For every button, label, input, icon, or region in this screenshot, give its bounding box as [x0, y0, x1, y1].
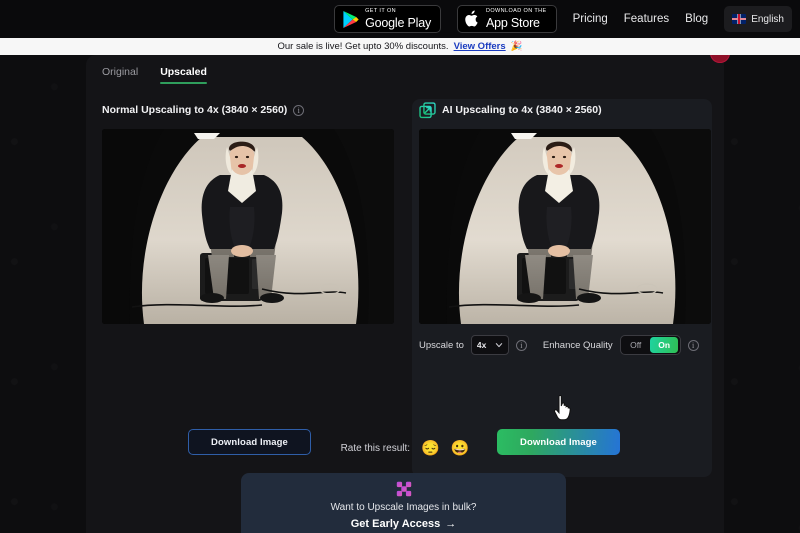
app-store-small-text: Download on the [486, 8, 547, 14]
rate-sad-emoji-button[interactable]: 😔 [421, 441, 440, 456]
sale-banner-text: Our sale is live! Get upto 30% discounts… [277, 41, 449, 52]
quality-on-option[interactable]: On [650, 337, 679, 353]
google-play-small-text: GET IT ON [365, 8, 396, 14]
google-play-icon [343, 10, 359, 28]
info-icon[interactable]: i [515, 339, 527, 351]
view-offers-link[interactable]: View Offers [454, 41, 506, 52]
info-icon[interactable]: i [687, 339, 699, 351]
normal-panel-header: Normal Upscaling to 4x (3840 × 2560) i [102, 99, 402, 121]
chevron-down-icon [495, 343, 503, 348]
photo-ai [419, 129, 711, 324]
ai-panel-header: AI Upscaling to 4x (3840 × 2560) [412, 99, 712, 121]
upscale-to-label: Upscale to [419, 339, 464, 351]
party-popper-icon: 🎉 [510, 41, 523, 52]
language-label: English [751, 13, 784, 25]
normal-upscaling-panel: Normal Upscaling to 4x (3840 × 2560) i D… [102, 99, 402, 455]
tab-original[interactable]: Original [102, 66, 138, 84]
uk-flag-icon [732, 14, 747, 24]
expand-arrow-icon [419, 101, 436, 118]
arrow-right-icon: → [445, 518, 457, 530]
page-root: GET IT ON Google Play Download on the Ap… [0, 0, 800, 533]
nav-link-features[interactable]: Features [624, 13, 669, 25]
sale-banner: Our sale is live! Get upto 30% discounts… [0, 38, 800, 55]
google-play-label: Google Play [365, 15, 431, 30]
apple-icon [465, 10, 478, 27]
enhance-quality-label: Enhance Quality [542, 339, 613, 351]
get-early-access-label: Get Early Access [350, 518, 441, 530]
normal-result-image [102, 129, 394, 324]
nav-link-pricing[interactable]: Pricing [573, 13, 608, 25]
info-icon[interactable]: i [293, 104, 305, 116]
ai-upscaling-panel: AI Upscaling to 4x (3840 × 2560) Upscale… [412, 99, 712, 477]
get-early-access-button[interactable]: Get Early Access → [351, 518, 456, 530]
result-tabs: Original Upscaled [102, 66, 207, 84]
rate-happy-emoji-button[interactable]: 😀 [451, 441, 470, 456]
tab-upscaled[interactable]: Upscaled [160, 66, 207, 84]
app-store-label: App Store [486, 15, 540, 30]
bulk-upscale-promo-card: Want to Upscale Images in bulk? Get Earl… [241, 473, 566, 533]
ai-result-image [419, 129, 711, 324]
ai-controls-row: Upscale to 4x i Enhance Quality Off On i [419, 334, 712, 356]
scale-select-value: 4x [476, 340, 487, 350]
app-store-badge[interactable]: Download on the App Store [457, 5, 557, 33]
google-play-badge[interactable]: GET IT ON Google Play [334, 5, 441, 33]
quality-off-option[interactable]: Off [622, 337, 649, 353]
scale-select[interactable]: 4x [470, 335, 509, 355]
normal-panel-title: Normal Upscaling to 4x (3840 × 2560) [102, 104, 288, 116]
bulk-brand-logo-icon [396, 481, 411, 497]
rate-result-label: Rate this result: [340, 443, 411, 454]
photo-normal [102, 129, 394, 324]
rate-result-row: Rate this result: 😔 😀 [86, 441, 724, 456]
results-card: Original Upscaled Normal Upscaling to 4x… [86, 55, 724, 533]
language-selector[interactable]: English [724, 6, 792, 32]
ai-panel-title: AI Upscaling to 4x (3840 × 2560) [442, 104, 602, 116]
bulk-promo-text: Want to Upscale Images in bulk? [330, 502, 477, 513]
enhance-quality-toggle[interactable]: Off On [619, 335, 681, 355]
nav-link-blog[interactable]: Blog [685, 13, 708, 25]
top-navigation-bar: GET IT ON Google Play Download on the Ap… [0, 0, 800, 38]
